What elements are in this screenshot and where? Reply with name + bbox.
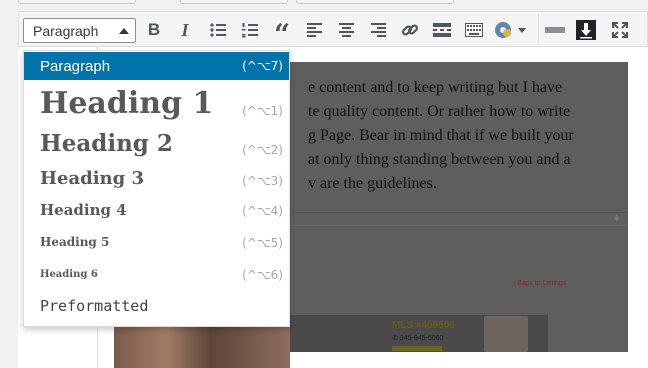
format-dropdown-menu: Paragraph (^⌥7) Heading 1 (^⌥1) Heading … [23, 50, 290, 327]
align-left-icon [306, 23, 322, 37]
blockquote-button[interactable]: “ [271, 19, 293, 49]
link-icon [401, 24, 419, 36]
plugin-icon [495, 22, 511, 38]
mls-number: MLS #409506 [392, 320, 455, 331]
format-option-label: Paragraph [40, 58, 111, 75]
toolbar-toggle-button[interactable] [463, 19, 485, 41]
format-option-heading-1[interactable]: Heading 1 (^⌥1) [24, 81, 289, 125]
italic-button[interactable]: I [174, 19, 196, 41]
format-option-shortcut: (^⌥2) [242, 143, 283, 157]
listing-phone: ✆ 345-945-6060 [392, 334, 443, 342]
numbered-list-button[interactable] [239, 19, 261, 41]
format-option-label: Heading 6 [40, 269, 98, 280]
bold-button[interactable]: B [143, 19, 165, 41]
back-to-listings-link: ‹ Back to Listings [513, 280, 567, 287]
format-option-label: Heading 3 [40, 168, 145, 189]
format-option-label: Heading 1 [40, 86, 214, 121]
top-tab-middle [180, 0, 288, 4]
top-tab-right [296, 0, 454, 4]
align-right-button[interactable] [367, 19, 389, 41]
format-option-heading-3[interactable]: Heading 3 (^⌥3) [24, 165, 289, 195]
format-option-preformatted[interactable]: Preformatted [24, 291, 289, 325]
bold-icon: B [147, 20, 161, 39]
bullet-list-icon [210, 23, 226, 37]
align-center-icon [338, 23, 354, 37]
agent-photo [484, 316, 528, 352]
caret-up-icon [119, 28, 129, 34]
align-left-button[interactable] [303, 19, 325, 41]
phone-icon: ✆ [392, 335, 400, 342]
fullscreen-icon [612, 22, 628, 38]
toolbar-separator [538, 13, 539, 46]
format-option-shortcut: (^⌥7) [242, 59, 283, 73]
embedded-browser-strip: ✱ [288, 212, 628, 226]
format-option-heading-5[interactable]: Heading 5 (^⌥5) [24, 228, 289, 258]
format-option-shortcut: (^⌥3) [242, 174, 283, 188]
format-option-shortcut: (^⌥5) [242, 236, 283, 250]
top-tab-left [18, 0, 136, 4]
format-option-label: Heading 2 [40, 130, 173, 157]
format-option-shortcut: (^⌥4) [242, 204, 283, 218]
link-button[interactable] [399, 19, 421, 41]
format-select[interactable]: Paragraph [23, 18, 136, 43]
import-button[interactable] [575, 19, 597, 41]
listing-button-bar [392, 346, 442, 351]
chevron-down-icon [518, 27, 526, 33]
gear-icon: ✱ [613, 214, 620, 223]
format-option-paragraph[interactable]: Paragraph (^⌥7) [24, 52, 289, 80]
read-more-button[interactable] [431, 19, 453, 41]
format-option-shortcut: (^⌥6) [242, 268, 283, 282]
blockquote-icon: “ [273, 18, 291, 51]
listing-photo [114, 327, 290, 368]
bullet-list-button[interactable] [207, 19, 229, 41]
format-select-value: Paragraph [33, 23, 99, 39]
import-icon [576, 20, 596, 40]
numbered-list-icon [242, 22, 258, 37]
align-right-icon [370, 23, 386, 37]
format-option-label: Heading 5 [40, 235, 110, 249]
format-option-heading-4[interactable]: Heading 4 (^⌥4) [24, 196, 289, 226]
align-center-button[interactable] [335, 19, 357, 41]
plugin-dropdown-button[interactable] [494, 19, 526, 41]
italic-icon: I [181, 19, 189, 40]
format-option-heading-6[interactable]: Heading 6 (^⌥6) [24, 260, 289, 290]
format-option-heading-2[interactable]: Heading 2 (^⌥2) [24, 126, 289, 164]
horizontal-line-icon [545, 27, 565, 33]
format-option-label: Heading 4 [40, 201, 127, 219]
listing-phone-number: 345-945-6060 [399, 335, 444, 342]
read-more-icon [433, 23, 451, 37]
editor-body-text: e content and to keep writing but I have… [308, 79, 574, 192]
fullscreen-button[interactable] [609, 19, 631, 41]
toolbar-toggle-icon [465, 23, 483, 37]
image-preview-overlay: e content and to keep writing but I have… [288, 62, 628, 352]
horizontal-line-button[interactable] [544, 19, 566, 41]
format-option-shortcut: (^⌥1) [242, 104, 283, 118]
format-option-label: Preformatted [40, 297, 149, 315]
